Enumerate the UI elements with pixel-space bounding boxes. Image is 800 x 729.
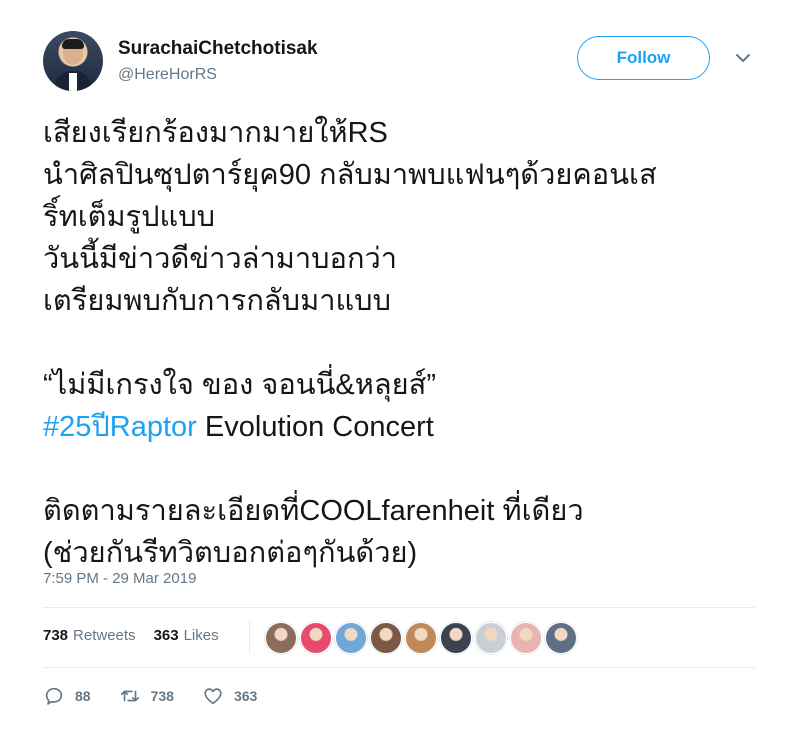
liker-avatar[interactable]: [405, 622, 437, 654]
liker-avatar[interactable]: [510, 622, 542, 654]
retweet-button[interactable]: 738: [119, 685, 174, 707]
reply-button[interactable]: 88: [43, 685, 91, 707]
like-count: 363: [233, 688, 258, 704]
display-name[interactable]: SurachaiChetchotisak: [118, 38, 318, 60]
liker-avatar[interactable]: [370, 622, 402, 654]
avatar-hair: [62, 39, 84, 49]
retweets-stat[interactable]: 738 Retweets: [43, 627, 136, 644]
tweet-line: (ช่วยกันรีทวิตบอกต่อๆกันด้วย): [43, 537, 418, 569]
hashtag-link[interactable]: #25ปีRaptor: [43, 411, 197, 443]
retweet-icon: [120, 690, 139, 702]
chevron-down-icon[interactable]: [734, 52, 752, 64]
reply-icon: [45, 687, 63, 705]
tweet-line: ริ์ทเต็มรูปแบบ: [43, 201, 216, 233]
tweet-line: เสียงเรียกร้องมากมายให้RS: [43, 117, 388, 149]
divider: [43, 607, 755, 608]
follow-button[interactable]: Follow: [577, 36, 710, 80]
like-button[interactable]: 363: [202, 685, 257, 707]
liker-avatar[interactable]: [545, 622, 577, 654]
tweet-line: ติดตามรายละเอียดที่COOLfarenheit ที่เดีย…: [43, 495, 584, 527]
likes-label: Likes: [183, 627, 219, 644]
tweet-line: นำศิลปินซุปตาร์ยุค90 กลับมาพบแฟนๆด้วยคอน…: [43, 159, 657, 191]
retweet-count: 738: [150, 688, 174, 704]
tweet-line: เตรียมพบกับการกลับมาแบบ: [43, 285, 391, 317]
reply-count: 88: [75, 688, 91, 704]
liker-avatars: [265, 622, 577, 654]
tweet-timestamp[interactable]: 7:59 PM - 29 Mar 2019: [43, 570, 196, 587]
liker-avatar[interactable]: [335, 622, 367, 654]
tweet-line: วันนี้มีข่าวดีข่าวล่ามาบอกว่า: [43, 243, 398, 275]
avatar[interactable]: [43, 31, 103, 91]
liker-avatar[interactable]: [440, 622, 472, 654]
stats-separator: [249, 620, 250, 654]
liker-avatar[interactable]: [265, 622, 297, 654]
retweets-count: 738: [43, 627, 69, 644]
tweet-actions: 88 738 363: [43, 685, 285, 707]
heart-icon: [204, 688, 222, 705]
liker-avatar[interactable]: [300, 622, 332, 654]
tweet-hashtag-line: #25ปีRaptor Evolution Concert: [43, 406, 783, 448]
retweets-label: Retweets: [73, 627, 136, 644]
divider: [43, 667, 755, 668]
engagement-stats: 738 Retweets 363 Likes: [43, 627, 231, 644]
tweet-text: เสียงเรียกร้องมากมายให้RS นำศิลปินซุปตาร…: [43, 112, 783, 574]
likes-count: 363: [153, 627, 179, 644]
hashtag-rest: Evolution Concert: [196, 411, 434, 443]
likes-stat[interactable]: 363 Likes: [154, 627, 219, 644]
liker-avatar[interactable]: [475, 622, 507, 654]
tweet-line: “ไม่มีเกรงใจ ของ จอนนี่&หลุยส์”: [43, 369, 436, 401]
avatar-shirt: [69, 73, 77, 91]
user-handle[interactable]: @HereHorRS: [118, 66, 217, 84]
